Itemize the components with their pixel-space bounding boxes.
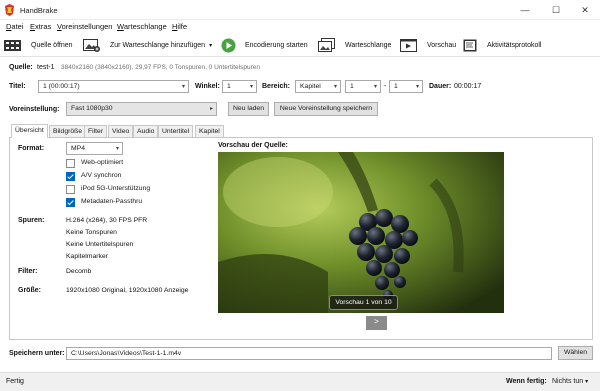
preview-button[interactable]: Vorschau (400, 36, 456, 54)
preview-counter-badge: Vorschau 1 von 10 (329, 295, 398, 310)
av-sync-label: A/V synchron (81, 172, 122, 179)
save-new-preset-button[interactable]: Neue Voreinstellung speichern (274, 102, 378, 116)
when-done-select[interactable]: Nichts tun ▾ (552, 378, 588, 385)
next-preview-button[interactable]: > (366, 316, 387, 330)
activity-log-label: Aktivitätsprotokoll (487, 41, 542, 49)
menu-voreinstellungen[interactable]: Voreinstellungen (57, 22, 112, 31)
image-add-icon (83, 38, 100, 53)
tracks-label: Spuren: (18, 217, 45, 224)
close-button[interactable]: ✕ (570, 0, 600, 20)
title-bar: HandBrake — ☐ ✕ (0, 0, 600, 20)
menu-extras[interactable]: Extras (30, 22, 51, 31)
status-bar: Fertig Wenn fertig: Nichts tun ▾ (0, 372, 600, 391)
track-video: H.264 (x264), 30 FPS PFR (66, 217, 148, 224)
when-done-label: Wenn fertig: (506, 378, 547, 385)
range-label: Bereich: (262, 83, 291, 90)
metadata-passthru-checkbox[interactable] (66, 198, 75, 207)
ipod-support-label: iPod 5G-Unterstützung (81, 185, 151, 192)
browse-button[interactable]: Wählen (558, 346, 593, 360)
tab-kapitel[interactable]: Kapitel (195, 125, 224, 137)
chevron-down-icon: ▾ (585, 379, 589, 385)
range-type-select[interactable]: Kapitel ▾ (295, 80, 341, 93)
tab-filter[interactable]: Filter (84, 125, 108, 137)
source-name: test-1 (37, 64, 55, 71)
maximize-button[interactable]: ☐ (541, 0, 571, 20)
menu-datei[interactable]: Datei (6, 22, 24, 31)
tab-video[interactable]: Video (108, 125, 134, 137)
metadata-passthru-label: Metadaten-Passthru (81, 198, 143, 205)
activity-log-button[interactable]: Aktivitätsprotokoll (463, 36, 541, 54)
source-label: Quelle: (9, 64, 33, 71)
save-path-input[interactable]: C:\Users\Jonas\Videos\Test-1-1.m4v (66, 347, 552, 360)
window-title: HandBrake (20, 6, 58, 15)
handbrake-logo-icon (5, 4, 14, 16)
track-chapters: Kapitelmarker (66, 253, 108, 260)
ipod-support-checkbox[interactable] (66, 185, 75, 194)
range-type-value: Kapitel (300, 83, 321, 90)
track-subtitles: Keine Untertitelspuren (66, 241, 134, 248)
preview-heading: Vorschau der Quelle: (218, 142, 288, 149)
open-source-button[interactable]: Quelle öffnen (4, 36, 73, 54)
start-encode-label: Encodierung starten (245, 41, 308, 49)
chevron-right-icon: ▸ (209, 106, 213, 112)
video-preview-icon (400, 38, 417, 53)
when-done-value: Nichts tun (552, 378, 584, 385)
menu-warteschlange[interactable]: Warteschlange (117, 22, 167, 31)
tab-uebersicht[interactable]: Übersicht (11, 124, 48, 138)
duration-label: Dauer: (429, 83, 452, 90)
play-icon (221, 38, 236, 53)
toolbar: Quelle öffnen Zur Warteschlange hinzufüg… (0, 33, 600, 57)
angle-select-value: 1 (227, 83, 231, 90)
format-select[interactable]: MP4 ▾ (66, 142, 123, 155)
title-select-value: 1 (00:00:17) (43, 83, 80, 90)
preset-select[interactable]: Fast 1080p30 ▸ (66, 102, 217, 116)
queue-button[interactable]: Warteschlange (318, 36, 391, 54)
status-text: Fertig (6, 378, 24, 385)
title-select[interactable]: 1 (00:00:17) ▾ (38, 80, 189, 93)
web-optimized-checkbox[interactable] (66, 159, 75, 168)
angle-select[interactable]: 1 ▾ (222, 80, 257, 93)
add-to-queue-dropdown-icon[interactable]: ▾ (209, 42, 212, 49)
range-end-select[interactable]: 1 ▾ (389, 80, 423, 93)
reload-preset-button[interactable]: Neu laden (228, 102, 269, 116)
size-label: Größe: (18, 287, 41, 294)
minimize-button[interactable]: — (510, 0, 540, 20)
size-value: 1920x1080 Original, 1920x1080 Anzeige (66, 287, 189, 294)
add-to-queue-button[interactable]: Zur Warteschlange hinzufügen ▾ (83, 36, 212, 54)
preset-label: Voreinstellung: (9, 106, 60, 113)
source-info: 3840x2160 (3840x2160), 29,97 FPS, 0 Tons… (61, 64, 260, 71)
format-label: Format: (18, 145, 45, 152)
format-select-value: MP4 (71, 145, 85, 152)
range-end-value: 1 (394, 83, 398, 90)
range-start-select[interactable]: 1 ▾ (345, 80, 381, 93)
filter-value: Decomb (66, 268, 92, 275)
angle-label: Winkel: (195, 83, 220, 90)
track-audio: Keine Tonspuren (66, 229, 117, 236)
film-strip-icon (4, 38, 21, 53)
filter-label: Filter: (18, 268, 38, 275)
start-encode-button[interactable]: Encodierung starten (221, 36, 308, 54)
menu-bar: Datei Extras Voreinstellungen Warteschla… (0, 20, 600, 33)
save-as-label: Speichern unter: (9, 350, 65, 357)
range-start-value: 1 (350, 83, 354, 90)
add-to-queue-label: Zur Warteschlange hinzufügen (110, 41, 206, 49)
tab-bildgroesse[interactable]: Bildgröße (49, 125, 87, 137)
menu-hilfe[interactable]: Hilfe (172, 22, 187, 31)
tab-untertitel[interactable]: Untertitel (158, 125, 194, 137)
open-source-label: Quelle öffnen (31, 41, 73, 49)
terminal-log-icon (463, 38, 477, 53)
duration-value: 00:00:17 (454, 83, 482, 90)
av-sync-checkbox[interactable] (66, 172, 75, 181)
title-label: Titel: (9, 83, 26, 90)
queue-label: Warteschlange (345, 41, 392, 49)
range-separator: - (384, 83, 387, 90)
tab-audio[interactable]: Audio (133, 125, 159, 137)
preset-select-value: Fast 1080p30 (71, 105, 113, 112)
source-preview-image (218, 152, 504, 313)
image-stack-icon (318, 37, 335, 53)
preview-label: Vorschau (427, 41, 457, 49)
grapes-illustration (218, 152, 504, 313)
web-optimized-label: Web-optimiert (81, 159, 124, 166)
